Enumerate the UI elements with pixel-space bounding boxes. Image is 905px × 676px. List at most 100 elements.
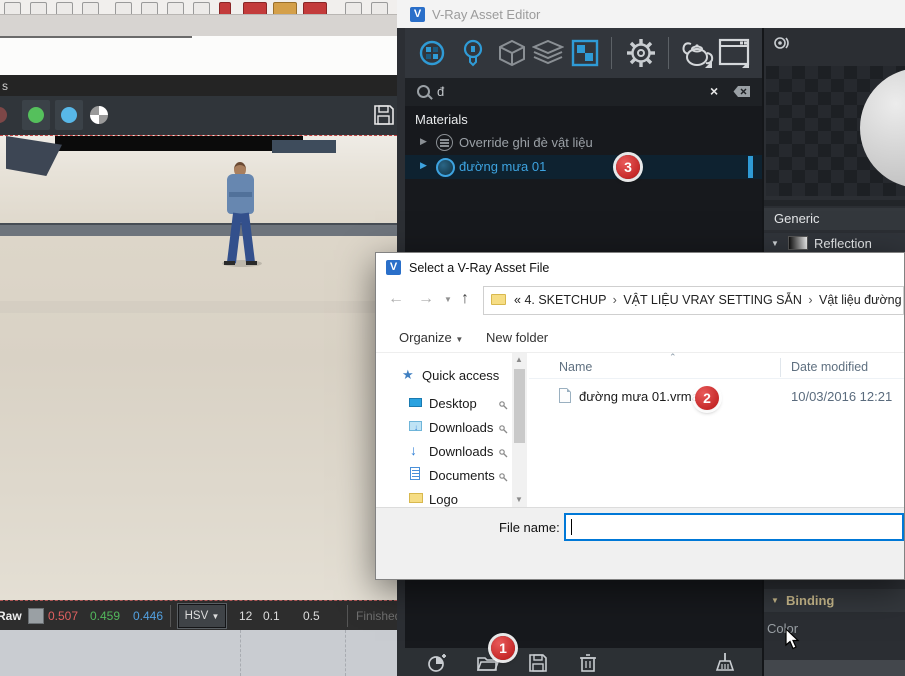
toolbar-icon[interactable]	[82, 2, 99, 15]
color-mode-dropdown[interactable]: HSV ▼	[178, 604, 226, 628]
toolbar-icon[interactable]	[371, 2, 388, 15]
toolbar-icon-render-region[interactable]	[303, 2, 327, 15]
render-wall-base	[0, 223, 397, 236]
file-name-label: File name:	[499, 520, 560, 535]
pin-icon	[498, 424, 508, 434]
dialog-title-bar[interactable]: V Select a V-Ray Asset File	[376, 253, 904, 283]
geometry-icon[interactable]	[497, 38, 527, 68]
save-file-icon[interactable]	[528, 653, 548, 673]
guide-line	[240, 630, 241, 676]
search-input-value[interactable]: đ	[437, 84, 444, 99]
blue-channel-button[interactable]	[55, 100, 83, 130]
file-name-input[interactable]	[564, 513, 904, 541]
panel-divider[interactable]	[764, 200, 905, 206]
toolbar-icon[interactable]	[345, 2, 362, 15]
textures-icon[interactable]	[571, 39, 599, 67]
column-divider[interactable]	[780, 358, 781, 377]
documents-icon	[410, 467, 420, 480]
search-icon-handle	[427, 94, 433, 100]
sidebar-item-logo[interactable]: Logo	[376, 489, 509, 507]
file-dialog: V Select a V-Ray Asset File ← → ▼ ↑ « 4.…	[375, 252, 905, 580]
alpha-channel-icon[interactable]	[90, 106, 108, 124]
render-elements-icon[interactable]	[532, 40, 564, 66]
preview-visibility-icon[interactable]	[772, 36, 790, 50]
toolbar-icon[interactable]	[4, 2, 21, 15]
address-bar[interactable]: « 4. SKETCHUP › VẬT LIỆU VRAY SETTING SẴ…	[483, 286, 904, 315]
desktop-icon	[409, 398, 422, 407]
sidebar-item-downloads[interactable]: ↓ Downloads	[376, 417, 509, 441]
host-app-toolbar	[0, 0, 405, 15]
breadcrumb-item[interactable]: 4. SKETCHUP	[524, 293, 606, 307]
material-row-selected[interactable]: ▶ đường mưa 01	[405, 155, 762, 179]
up-button[interactable]: ↑	[461, 290, 469, 308]
settings-gear-icon[interactable]	[626, 38, 656, 68]
add-material-icon[interactable]	[427, 653, 447, 673]
material-label[interactable]: đường mưa 01	[459, 159, 546, 174]
toolbar-icon[interactable]	[56, 2, 73, 15]
material-sphere-icon	[436, 158, 455, 177]
vae-title-bar[interactable]: V V-Ray Asset Editor	[397, 0, 905, 29]
file-name[interactable]: đường mưa 01.vrmat	[579, 389, 702, 404]
vfb-status-bar: Raw 0.507 0.459 0.446 HSV ▼ 12 0.1 0.5 F…	[0, 600, 397, 631]
purge-broom-icon[interactable]	[715, 652, 735, 673]
dialog-sidebar: ★ Quick access Desktop ↓ Downloads ↓ Dow…	[376, 353, 529, 507]
organize-button[interactable]: Organize ▼	[399, 330, 463, 345]
lights-icon[interactable]	[458, 37, 488, 69]
vfb-save-icon[interactable]	[372, 103, 396, 127]
s-value: 0.1	[263, 609, 280, 623]
sidebar-item-desktop[interactable]: Desktop	[376, 393, 509, 417]
rollout-binding[interactable]: ▼ Binding	[764, 589, 905, 612]
breadcrumb[interactable]: « 4. SKETCHUP › VẬT LIỆU VRAY SETTING SẴ…	[514, 293, 904, 307]
toolbar-icon[interactable]	[167, 2, 184, 15]
toolbar-icon-render[interactable]	[243, 2, 267, 15]
back-button[interactable]: ←	[388, 290, 404, 308]
toolbar-icon[interactable]	[141, 2, 158, 15]
material-label[interactable]: Override ghi đè vật liệu	[459, 135, 593, 150]
column-header-name[interactable]: Name	[559, 360, 592, 374]
vray-logo-icon: V	[386, 260, 401, 275]
scrollbar-thumb[interactable]	[514, 369, 525, 443]
materials-icon[interactable]	[417, 38, 447, 68]
rollout-reflection[interactable]: ▼ Reflection	[764, 233, 905, 254]
sidebar-item-downloads-2[interactable]: ↓ Downloads	[376, 441, 509, 465]
sidebar-scrollbar[interactable]: ▲ ▼	[512, 353, 527, 507]
backspace-icon[interactable]	[733, 85, 751, 98]
red-channel-icon[interactable]	[0, 107, 7, 123]
delete-icon[interactable]	[579, 653, 597, 673]
download-arrow-icon: ↓	[410, 442, 417, 458]
color-swatch[interactable]	[28, 608, 44, 624]
window-edge	[0, 36, 192, 38]
divider	[347, 605, 348, 627]
material-type-header[interactable]: Generic	[764, 208, 905, 230]
green-channel-button[interactable]	[22, 100, 50, 130]
sidebar-item-documents[interactable]: Documents	[376, 465, 509, 489]
override-material-icon	[436, 134, 453, 151]
scroll-up-icon[interactable]: ▲	[515, 355, 523, 364]
column-header-date[interactable]: Date modified	[791, 360, 868, 374]
new-folder-button[interactable]: New folder	[486, 330, 548, 345]
corner-arrow-icon	[742, 61, 749, 68]
scroll-down-icon[interactable]: ▼	[515, 495, 523, 504]
toolbar-icon[interactable]	[30, 2, 47, 15]
breadcrumb-item[interactable]: VẬT LIỆU VRAY SETTING SẴN	[623, 293, 802, 307]
recent-locations-icon[interactable]: ▼	[444, 295, 452, 304]
h-value: 12	[239, 609, 252, 623]
vae-toolbar	[405, 28, 762, 78]
toolbar-icon[interactable]	[193, 2, 210, 15]
clear-search-icon[interactable]: ×	[710, 83, 718, 99]
toolbar-icon-render-gold[interactable]	[273, 2, 297, 15]
material-row-override[interactable]: ▶ Override ghi đè vật liệu	[405, 131, 762, 155]
material-preview[interactable]	[766, 66, 905, 196]
expand-arrow-icon[interactable]: ▶	[420, 160, 427, 171]
next-rollout-edge	[764, 660, 905, 676]
forward-button[interactable]: →	[418, 290, 434, 308]
breadcrumb-item[interactable]: Vật liệu đường mưa 01	[819, 293, 904, 307]
vfb-tab-label[interactable]: s	[2, 79, 8, 93]
vae-search-bar[interactable]: đ ×	[405, 78, 762, 107]
file-icon	[559, 388, 571, 403]
sidebar-item-quick-access[interactable]: ★ Quick access	[376, 365, 509, 389]
expand-arrow-icon[interactable]: ▶	[420, 136, 427, 147]
toolbar-icon-red-pencil[interactable]	[219, 2, 231, 15]
toolbar-icon[interactable]	[115, 2, 132, 15]
scrollbar-indicator[interactable]	[748, 156, 753, 178]
